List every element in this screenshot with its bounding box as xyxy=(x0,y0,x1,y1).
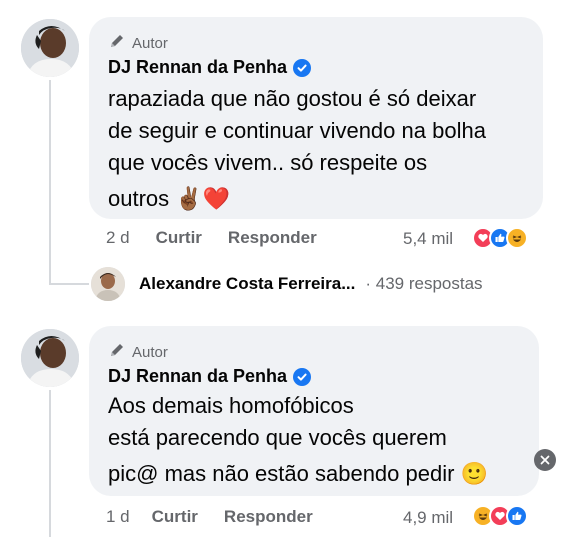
comment-text: rapaziada que não gostou é só deixar de … xyxy=(108,83,486,215)
comment-line: que vocês vivem.. só respeite os xyxy=(108,150,428,175)
thread-line-curve xyxy=(49,283,89,285)
close-icon[interactable] xyxy=(534,449,556,471)
reaction-count[interactable]: 5,4 mil xyxy=(403,229,453,249)
thread-line xyxy=(49,390,51,537)
comment-line: Aos demais homofóbicos xyxy=(108,393,354,418)
author-badge: Autor xyxy=(108,341,168,363)
like-reaction-icon xyxy=(506,505,528,527)
verified-icon xyxy=(293,367,312,386)
reply-author-name[interactable]: Alexandre Costa Ferreira... xyxy=(139,274,355,294)
reply-button[interactable]: Responder xyxy=(228,228,317,248)
author-badge-label: Autor xyxy=(132,343,168,361)
author-name[interactable]: DJ Rennan da Penha xyxy=(108,366,312,387)
reaction-icons[interactable] xyxy=(472,505,528,527)
comment-text: Aos demais homofóbicos está parecendo qu… xyxy=(108,390,488,490)
comment-line: de seguir e continuar vivendo na bolha xyxy=(108,118,486,143)
reaction-count[interactable]: 4,9 mil xyxy=(403,508,453,528)
avatar[interactable] xyxy=(21,329,79,387)
comment-line: está parecendo que vocês querem xyxy=(108,425,447,450)
haha-reaction-icon xyxy=(506,227,528,249)
like-button[interactable]: Curtir xyxy=(152,507,198,527)
author-name[interactable]: DJ Rennan da Penha xyxy=(108,57,312,78)
comment-actions: 1 d Curtir Responder xyxy=(106,507,313,527)
verified-icon xyxy=(293,58,312,77)
comment-actions: 2 d Curtir Responder xyxy=(106,228,317,248)
author-badge: Autor xyxy=(108,32,168,54)
author-badge-label: Autor xyxy=(132,34,168,52)
pencil-icon xyxy=(108,341,126,363)
thread-line xyxy=(49,80,51,285)
timestamp[interactable]: 2 d xyxy=(106,228,130,248)
comment-line: pic@ mas não estão sabendo pedir 🙂 xyxy=(108,461,488,486)
author-name-text[interactable]: DJ Rennan da Penha xyxy=(108,57,287,78)
reply-preview[interactable]: Alexandre Costa Ferreira... · 439 respos… xyxy=(139,274,483,294)
comment-line: rapaziada que não gostou é só deixar xyxy=(108,86,477,111)
reply-button[interactable]: Responder xyxy=(224,507,313,527)
reply-count[interactable]: · 439 respostas xyxy=(365,274,482,294)
author-name-text[interactable]: DJ Rennan da Penha xyxy=(108,366,287,387)
reaction-icons[interactable] xyxy=(472,227,528,249)
avatar[interactable] xyxy=(21,19,79,77)
pencil-icon xyxy=(108,32,126,54)
timestamp[interactable]: 1 d xyxy=(106,507,130,527)
comment-line: outros ✌🏾❤️ xyxy=(108,186,231,211)
like-button[interactable]: Curtir xyxy=(156,228,202,248)
reply-avatar[interactable] xyxy=(91,267,125,301)
